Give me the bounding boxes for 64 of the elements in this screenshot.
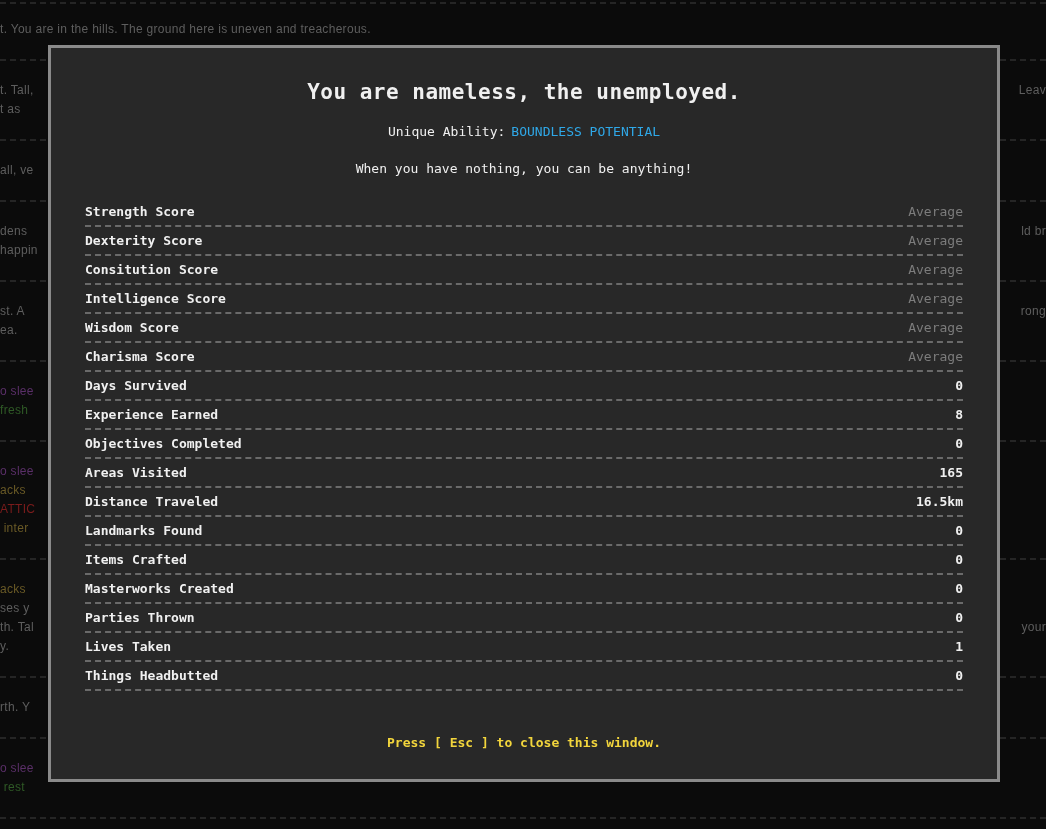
log-text: ea.: [0, 322, 18, 339]
stat-label: Distance Traveled: [85, 493, 219, 511]
stat-label: Masterworks Created: [85, 580, 234, 598]
log-text: acks: [0, 482, 26, 499]
stat-label: Days Survived: [85, 377, 187, 395]
stat-label: Strength Score: [85, 203, 195, 221]
log-text: acks: [0, 581, 26, 598]
log-text: dens: [0, 223, 28, 240]
log-text: th. Tal: [0, 619, 34, 636]
stat-value: Average: [908, 290, 963, 308]
log-text: Leav: [1018, 82, 1046, 99]
stat-label: Landmarks Found: [85, 522, 203, 540]
stat-value: Average: [908, 348, 963, 366]
stat-value: 0: [955, 609, 963, 627]
ability-name: BOUNDLESS POTENTIAL: [511, 124, 661, 139]
stat-label: Lives Taken: [85, 638, 172, 656]
stat-label: Parties Thrown: [85, 609, 195, 627]
log-text: rong: [1020, 303, 1046, 320]
stat-label: Wisdom Score: [85, 319, 179, 337]
log-text: t. Tall,: [0, 82, 34, 99]
log-text: t. You are in the hills. The ground here is uneven and treacherous.: [0, 21, 371, 38]
stat-label: Items Crafted: [85, 551, 187, 569]
log-text: fresh: [0, 402, 29, 419]
stat-value: 165: [939, 464, 963, 482]
log-text: your: [1021, 619, 1046, 636]
log-text: all, ve: [0, 162, 34, 179]
stat-value: Average: [908, 232, 963, 250]
log-text: ld br: [1021, 223, 1046, 240]
tagline-text: When you have nothing, you can be anything!: [355, 161, 693, 176]
stat-label: Objectives Completed: [85, 435, 242, 453]
stat-label: Dexterity Score: [85, 232, 203, 250]
stat-value: Average: [908, 261, 963, 279]
log-text: o slee: [0, 383, 34, 400]
stat-value: 0: [955, 551, 963, 569]
log-text: happin: [0, 242, 38, 259]
log-text: rth. Y: [0, 699, 31, 716]
log-text: inter: [2, 520, 29, 537]
stat-value: Average: [908, 203, 963, 221]
close-hint: Press [ Esc ] to close this window.: [387, 735, 661, 750]
stat-value: 8: [955, 406, 963, 424]
stat-value: 1: [955, 638, 963, 656]
stat-label: Charisma Score: [85, 348, 195, 366]
stat-value: 0: [955, 580, 963, 598]
log-text: o slee: [0, 463, 34, 480]
stat-label: Intelligence Score: [85, 290, 226, 308]
stat-label: Experience Earned: [85, 406, 219, 424]
stat-label: Things Headbutted: [85, 667, 219, 685]
dialog-title: You are nameless, the unemployed.: [307, 80, 741, 104]
log-text: o slee: [0, 760, 34, 777]
stat-value: 0: [955, 377, 963, 395]
stat-label: Consitution Score: [85, 261, 219, 279]
log-text: t as: [0, 101, 21, 118]
stat-value: 0: [955, 522, 963, 540]
stat-value: 16.5km: [916, 493, 963, 511]
stat-value: Average: [908, 319, 963, 337]
log-text: rest: [2, 779, 25, 796]
log-text: ses y: [0, 600, 30, 617]
stat-label: Areas Visited: [85, 464, 187, 482]
stat-value: 0: [955, 667, 963, 685]
log-text: ATTIC: [0, 501, 36, 518]
log-text: st. A: [0, 303, 25, 320]
stat-value: 0: [955, 435, 963, 453]
ability-label: Unique Ability:: [387, 124, 506, 139]
log-text: y.: [0, 638, 10, 655]
